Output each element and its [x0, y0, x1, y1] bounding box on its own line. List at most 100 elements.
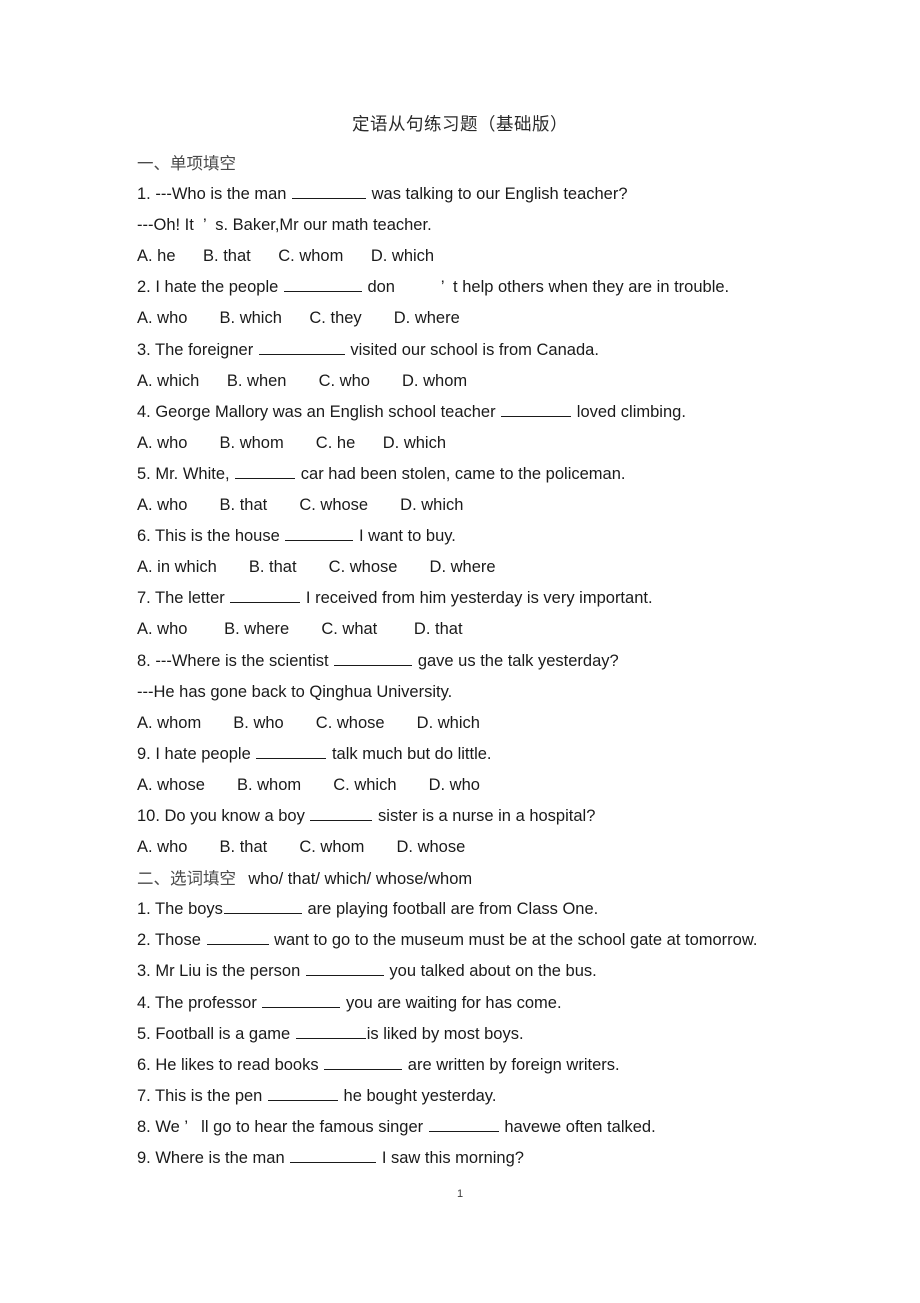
- question-text-before-blank: 3. The foreigner: [137, 340, 258, 359]
- question-line: 2. I hate the people don ’ t help others…: [137, 272, 897, 303]
- answer-blank[interactable]: [283, 278, 362, 293]
- question-text-after-blank: I received from him yesterday is very im…: [301, 589, 653, 608]
- question-text-after-blank: you are waiting for has come.: [341, 993, 562, 1012]
- answer-blank[interactable]: [334, 651, 413, 666]
- question-text-before-blank: 7. This is the pen: [137, 1086, 267, 1105]
- section-heading: 二、选词填空 who/ that/ which/ whose/whom: [137, 863, 897, 894]
- question-line: 1. ---Who is the man was talking to our …: [137, 179, 897, 210]
- question-text-before-blank: 5. Football is a game: [137, 1024, 295, 1043]
- question-text-before-blank: 1. The boys: [137, 900, 223, 919]
- text-line: ---Oh! It ’ s. Baker,Mr our math teacher…: [137, 210, 897, 241]
- question-line: 9. Where is the man I saw this morning?: [137, 1143, 897, 1174]
- answer-blank[interactable]: [230, 589, 301, 604]
- question-text-before-blank: 8. ---Where is the scientist: [137, 651, 334, 670]
- text-line: A. he B. that C. whom D. which: [137, 241, 897, 272]
- answer-blank[interactable]: [262, 993, 341, 1008]
- line-text: A. who B. that C. whose D. which: [137, 496, 464, 515]
- text-line: A. in which B. that C. whose D. where: [137, 552, 897, 583]
- question-text-before-blank: 2. I hate the people: [137, 278, 283, 297]
- question-line: 5. Football is a game is liked by most b…: [137, 1019, 897, 1050]
- answer-blank[interactable]: [310, 806, 373, 821]
- question-text-after-blank: talk much but do little.: [327, 744, 492, 763]
- question-text-before-blank: 4. George Mallory was an English school …: [137, 402, 501, 421]
- question-line: 6. He likes to read books are written by…: [137, 1050, 897, 1081]
- question-text-after-blank: don ’ t help others when they are in tro…: [362, 278, 730, 297]
- question-text-before-blank: 7. The letter: [137, 589, 230, 608]
- question-text-before-blank: 3. Mr Liu is the person: [137, 962, 305, 981]
- page-number: 1: [456, 1188, 464, 1200]
- answer-blank[interactable]: [295, 1024, 366, 1039]
- text-line: A. which B. when C. who D. whom: [137, 366, 897, 397]
- question-text-before-blank: 2. Those: [137, 931, 206, 950]
- question-text-after-blank: I saw this morning?: [377, 1149, 524, 1167]
- question-line: 3. The foreigner visited our school is f…: [137, 335, 897, 366]
- line-text: A. who B. whom C. he D. which: [137, 433, 447, 452]
- text-line: A. who B. where C. what D. that: [137, 614, 897, 645]
- answer-blank[interactable]: [223, 900, 302, 915]
- text-line: A. who B. that C. whose D. which: [137, 490, 897, 521]
- answer-blank[interactable]: [235, 464, 296, 479]
- line-text: A. who B. where C. what D. that: [137, 620, 463, 639]
- answer-blank[interactable]: [256, 744, 327, 759]
- answer-blank[interactable]: [267, 1086, 338, 1101]
- text-line: A. who B. whom C. he D. which: [137, 428, 897, 459]
- question-line: 6. This is the house I want to buy.: [137, 521, 897, 552]
- question-line: 10. Do you know a boy sister is a nurse …: [137, 801, 897, 832]
- line-text: A. which B. when C. who D. whom: [137, 371, 468, 390]
- page-title: 定语从句练习题（基础版）: [352, 114, 568, 134]
- answer-blank[interactable]: [290, 1148, 377, 1163]
- question-line: 7. This is the pen he bought yesterday.: [137, 1081, 897, 1112]
- answer-blank[interactable]: [285, 527, 354, 542]
- question-text-after-blank: I want to buy.: [354, 527, 456, 546]
- line-text: A. who B. that C. whom D. whose: [137, 838, 466, 857]
- question-line: 9. I hate people talk much but do little…: [137, 739, 897, 770]
- text-line: ---He has gone back to Qinghua Universit…: [137, 677, 897, 708]
- question-text-after-blank: car had been stolen, came to the policem…: [296, 464, 626, 483]
- line-text: A. he B. that C. whom D. which: [137, 247, 435, 266]
- text-line: A. whom B. who C. whose D. which: [137, 708, 897, 739]
- line-text: A. whose B. whom C. which D. who: [137, 775, 480, 794]
- question-text-after-blank: was talking to our English teacher?: [367, 185, 628, 204]
- question-text-before-blank: 4. The professor: [137, 993, 262, 1012]
- answer-blank[interactable]: [305, 962, 384, 977]
- section-heading: 一、单项填空: [137, 148, 897, 179]
- section-heading-cn: 二、选词填空: [137, 869, 236, 889]
- question-text-before-blank: 9. Where is the man: [137, 1149, 290, 1167]
- section-heading-cn: 一、单项填空: [137, 154, 236, 173]
- question-text-after-blank: are written by foreign writers.: [403, 1055, 620, 1074]
- line-text: A. in which B. that C. whose D. where: [137, 558, 496, 577]
- answer-blank[interactable]: [258, 340, 345, 355]
- question-line: 3. Mr Liu is the person you talked about…: [137, 956, 897, 987]
- question-text-before-blank: 6. He likes to read books: [137, 1055, 324, 1074]
- question-line: 8. ---Where is the scientist gave us the…: [137, 646, 897, 677]
- question-text-after-blank: is liked by most boys.: [366, 1024, 524, 1043]
- text-line: A. who B. which C. they D. where: [137, 303, 897, 334]
- document-body: 一、单项填空 1. ---Who is the man was talking t…: [137, 148, 897, 1174]
- question-text-after-blank: sister is a nurse in a hospital?: [373, 806, 596, 825]
- question-text-after-blank: you talked about on the bus.: [384, 962, 597, 981]
- question-text-after-blank: he bought yesterday.: [338, 1086, 497, 1105]
- question-text-before-blank: 6. This is the house: [137, 527, 285, 546]
- section-heading-wordbank: who/ that/ which/ whose/whom: [248, 870, 473, 889]
- line-text: A. who B. which C. they D. where: [137, 309, 460, 328]
- question-line: 7. The letter I received from him yester…: [137, 583, 897, 614]
- question-text-after-blank: are playing football are from Class One.: [302, 900, 599, 919]
- line-text: A. whom B. who C. whose D. which: [137, 713, 480, 732]
- question-line: 4. The professor you are waiting for has…: [137, 988, 897, 1019]
- line-text: ---He has gone back to Qinghua Universit…: [137, 682, 453, 701]
- question-text-before-blank: 9. I hate people: [137, 744, 256, 763]
- question-line: 2. Those want to go to the museum must b…: [137, 925, 897, 956]
- answer-blank[interactable]: [292, 185, 367, 200]
- question-text-after-blank: havewe often talked.: [499, 1117, 656, 1136]
- answer-blank[interactable]: [428, 1117, 499, 1132]
- question-text-before-blank: 5. Mr. White,: [137, 464, 235, 483]
- question-line: 4. George Mallory was an English school …: [137, 397, 897, 428]
- answer-blank[interactable]: [501, 402, 572, 417]
- answer-blank[interactable]: [206, 931, 269, 946]
- question-text-after-blank: want to go to the museum must be at the …: [269, 931, 758, 950]
- question-text-before-blank: 1. ---Who is the man: [137, 185, 292, 204]
- answer-blank[interactable]: [324, 1055, 403, 1070]
- question-text-after-blank: visited our school is from Canada.: [345, 340, 599, 359]
- question-text-after-blank: loved climbing.: [572, 402, 686, 421]
- text-line: A. whose B. whom C. which D. who: [137, 770, 897, 801]
